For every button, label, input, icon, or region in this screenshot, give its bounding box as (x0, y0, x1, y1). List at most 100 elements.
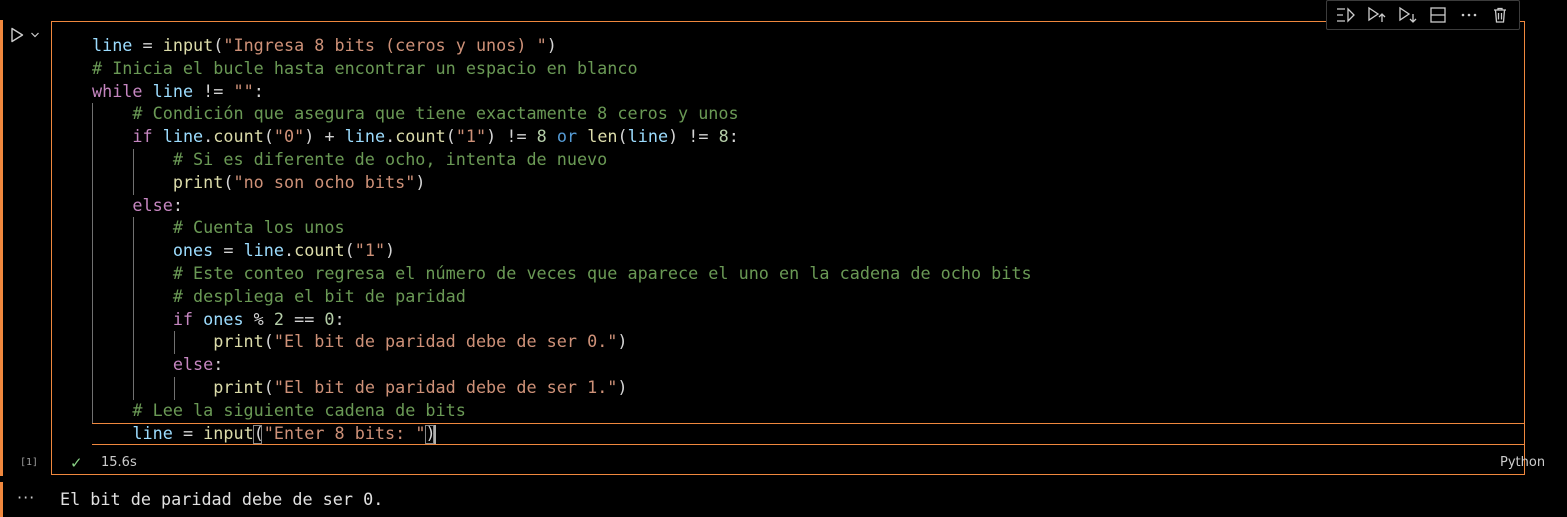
code-line: print("El bit de paridad debe de ser 1."… (92, 376, 1032, 399)
execution-count: [1] (20, 457, 39, 468)
code-line: # Condición que asegura que tiene exacta… (92, 102, 1032, 125)
code-line: if ones % 2 == 0: (92, 308, 1032, 331)
code-token: : (728, 126, 739, 147)
code-token: line (132, 422, 173, 443)
code-token: ( (223, 171, 234, 192)
code-token: "1" (455, 126, 487, 147)
code-token: line (627, 126, 669, 147)
run-cell-button[interactable] (10, 24, 50, 46)
code-content[interactable]: line = input("Ingresa 8 bits (ceros y un… (92, 34, 1032, 444)
code-token: : (253, 80, 264, 101)
output-focus-indicator (0, 482, 3, 517)
play-icon (11, 27, 24, 43)
check-icon: ✓ (70, 454, 83, 472)
code-line: else: (92, 194, 1032, 217)
code-token: "El bit de paridad debe de ser 1." (273, 376, 618, 397)
code-token: : (334, 308, 345, 329)
chevron-down-icon[interactable] (30, 31, 40, 39)
code-token: print (172, 171, 224, 192)
code-line: if line.count("0") + line.count("1") != … (92, 125, 1032, 148)
code-token: ) != (486, 126, 537, 147)
code-token: input (203, 422, 254, 443)
code-token: 2 (273, 308, 284, 329)
code-token: "0" (273, 126, 305, 147)
code-token: # Lee la siguiente cadena de bits (132, 399, 466, 420)
code-token: count (395, 126, 446, 147)
execute-above-icon[interactable] (1334, 3, 1358, 27)
code-line: # Este conteo regresa el número de veces… (92, 262, 1032, 285)
code-token: ) (617, 376, 628, 397)
more-actions-icon[interactable] (1457, 3, 1481, 27)
code-token: "" (233, 80, 254, 101)
code-token: ) != (668, 126, 719, 147)
code-token: else (172, 354, 214, 375)
code-line: line = input("Enter 8 bits: ") (92, 422, 1032, 445)
code-token: line (162, 126, 204, 147)
code-token: input (162, 35, 214, 55)
code-token: or (556, 126, 578, 147)
code-line: # Cuenta los unos (92, 216, 1032, 239)
code-token: line (243, 240, 284, 261)
code-token: line (152, 80, 194, 101)
code-token: print (213, 331, 264, 352)
code-line: line = input("Ingresa 8 bits (ceros y un… (92, 34, 1032, 57)
cell-focus-indicator (0, 20, 3, 476)
code-token: ( (253, 422, 264, 443)
code-token: 8 (536, 126, 547, 147)
code-token: : (172, 194, 183, 215)
code-token: ones (203, 308, 244, 329)
code-token: % (243, 308, 274, 329)
code-token: ) + (304, 126, 345, 147)
code-token: 8 (718, 126, 729, 147)
split-cell-icon[interactable] (1426, 3, 1450, 27)
code-token: = (172, 422, 204, 443)
code-token: while (92, 80, 143, 101)
output-actions-icon[interactable]: ··· (17, 488, 35, 507)
execute-cell-and-below-icon[interactable] (1396, 3, 1420, 27)
code-token: # Cuenta los unos (172, 217, 345, 238)
code-line: # Lee la siguiente cadena de bits (92, 399, 1032, 422)
code-token: if (172, 308, 194, 329)
code-token: = (132, 35, 163, 55)
code-token: ( (617, 126, 628, 147)
code-token: "1" (354, 240, 386, 261)
code-token: # Condición que asegura que tiene exacta… (132, 103, 739, 124)
code-token: ( (344, 240, 355, 261)
code-token: # despliega el bit de paridad (172, 285, 466, 306)
execution-duration: 15.6s (101, 455, 137, 470)
code-line: while line != "": (92, 80, 1032, 103)
cell-status-bar: [1] ✓ 15.6s Python (0, 452, 1567, 474)
code-token: != (193, 80, 234, 101)
code-token: = (213, 240, 244, 261)
code-token: # Si es diferente de ocho, intenta de nu… (172, 148, 608, 169)
code-token: . (203, 126, 214, 147)
code-token: ( (263, 376, 274, 397)
code-token: line (344, 126, 386, 147)
code-token: count (213, 126, 264, 147)
code-token: if (132, 126, 153, 147)
cell-language-picker[interactable]: Python (1500, 455, 1545, 470)
delete-cell-icon[interactable] (1488, 3, 1512, 27)
code-token: ) (546, 35, 557, 55)
code-token: ( (445, 126, 456, 147)
text-cursor (434, 425, 436, 444)
code-line: print("El bit de paridad debe de ser 0."… (92, 330, 1032, 353)
code-token: ) (617, 331, 628, 352)
code-line: print("no son ocho bits") (92, 171, 1032, 194)
execute-cell-and-above-icon[interactable] (1365, 3, 1389, 27)
code-line: # despliega el bit de paridad (92, 285, 1032, 308)
